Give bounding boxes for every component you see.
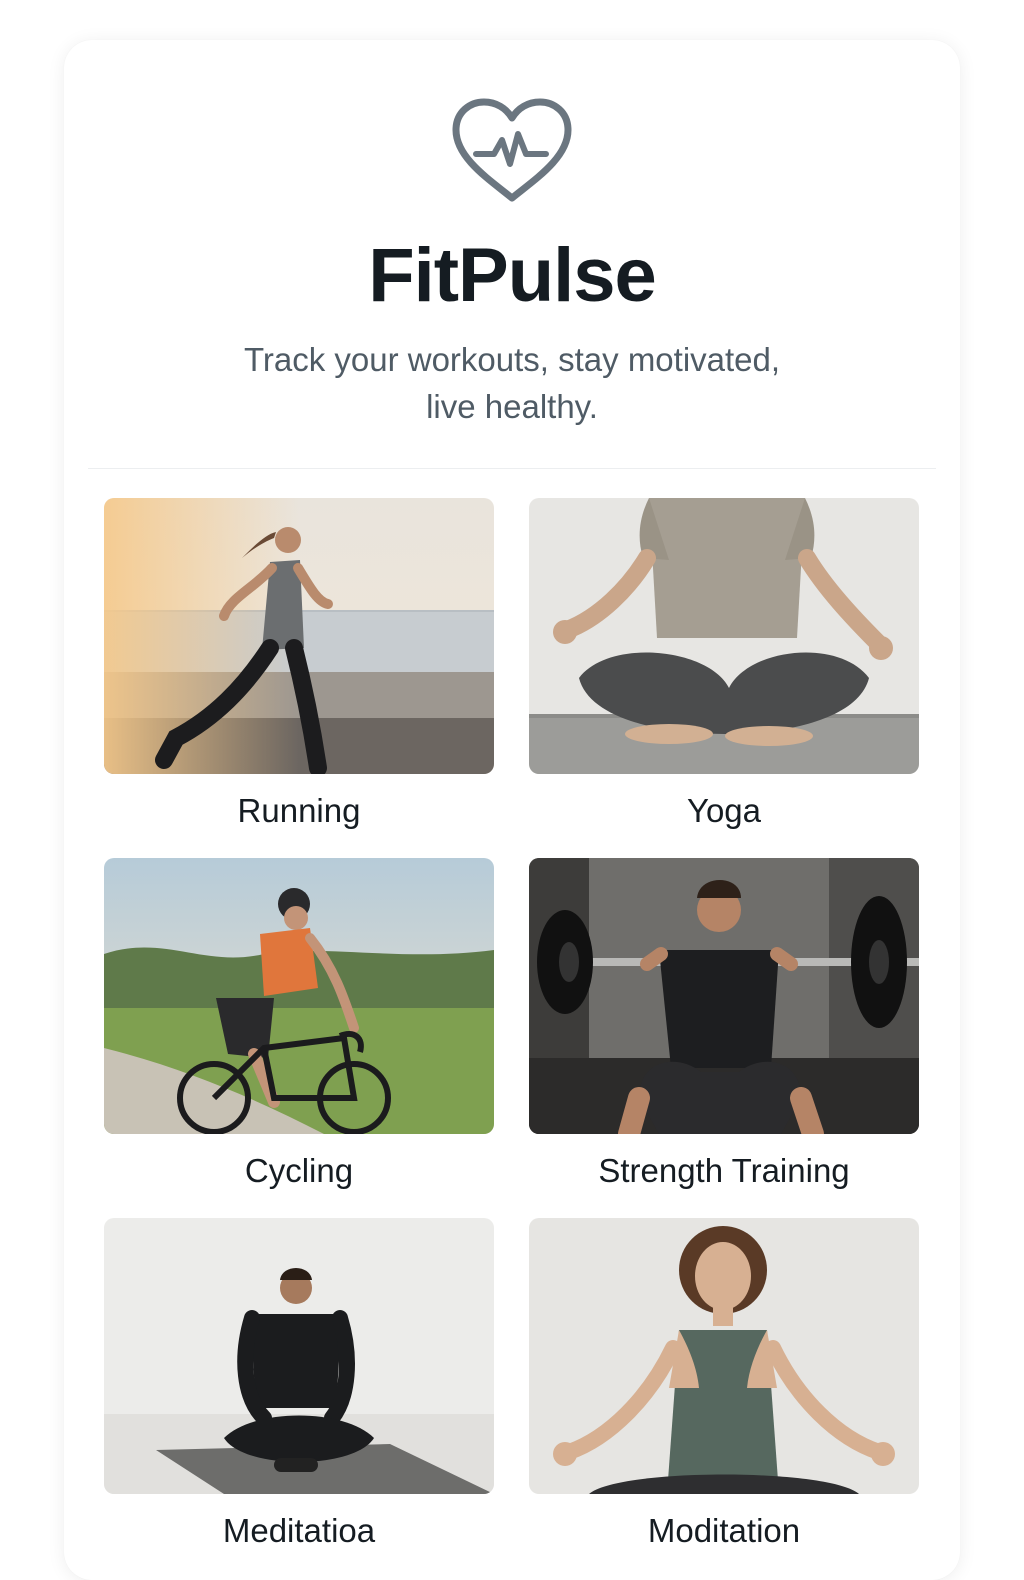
main-card: FitPulse Track your workouts, stay motiv… xyxy=(64,40,960,1580)
activity-label: Meditatioa xyxy=(222,1512,376,1549)
heart-pulse-icon xyxy=(452,98,572,202)
activity-label: Moditation xyxy=(647,1512,801,1549)
activity-label: Cycling xyxy=(244,1152,354,1189)
yoga-photo xyxy=(529,498,919,774)
app-title: FitPulse xyxy=(368,233,657,318)
activity-label: Yoga xyxy=(686,792,762,829)
tagline-line-1: Track your workouts, stay motivated, xyxy=(243,341,781,378)
header-divider xyxy=(88,468,936,469)
activity-label: Running xyxy=(237,792,361,829)
meditation-woman-photo xyxy=(529,1218,919,1494)
strength-training-photo xyxy=(529,858,919,1134)
app-header: FitPulse Track your workouts, stay motiv… xyxy=(64,40,960,468)
meditation-man-photo xyxy=(104,1218,494,1494)
app-tagline: Track your workouts, stay motivated, liv… xyxy=(212,336,812,430)
tagline-line-2: live healthy. xyxy=(426,388,598,425)
cycling-photo xyxy=(104,858,494,1134)
activity-label: Strength Training xyxy=(598,1152,850,1189)
running-photo xyxy=(104,498,494,774)
